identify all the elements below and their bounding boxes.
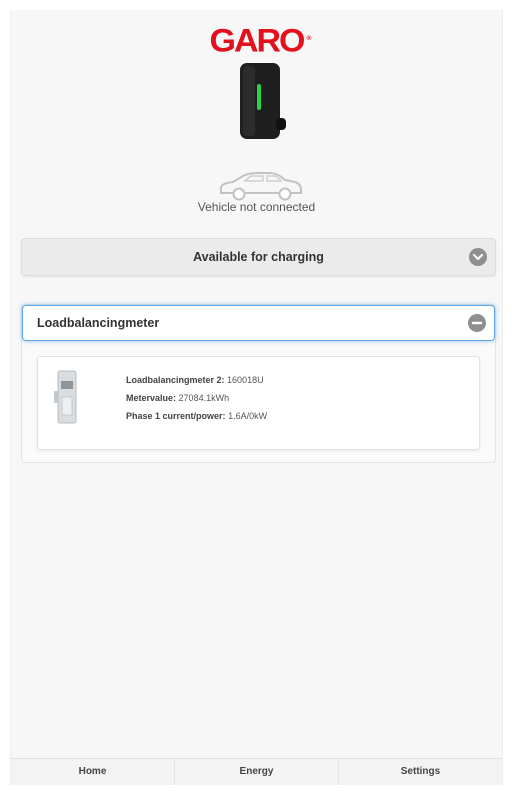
meter-card: Loadbalancingmeter 2: 160018U Metervalue… (37, 356, 480, 450)
meter-row: Metervalue: 27084.1kWh (126, 393, 230, 403)
loadbalancing-panel: Loadbalancingmeter Loadbalancingmeter 2:… (21, 304, 496, 463)
wallbox-charger-icon (240, 63, 286, 139)
meter-row: Phase 1 current/power: 1.6A/0kW (126, 411, 268, 421)
brand-logo: GARO ® (11, 24, 502, 58)
chevron-down-circle-icon[interactable] (469, 248, 487, 266)
tab-energy[interactable]: Energy (175, 759, 339, 785)
garo-logo: GARO ® (209, 22, 312, 60)
car-icon (220, 172, 302, 201)
loadbalancing-header[interactable]: Loadbalancingmeter (22, 305, 495, 341)
app-screen: GARO ® Vehicle not connected Available fo… (10, 10, 503, 785)
din-rail-meter-icon (54, 370, 77, 424)
charging-status-bar[interactable]: Available for charging (21, 238, 496, 276)
meter-info: Loadbalancingmeter 2: 160018U Metervalue… (126, 371, 267, 425)
minus-circle-icon[interactable] (468, 314, 486, 332)
vehicle-status-text: Vehicle not connected (197, 200, 316, 214)
loadbalancing-title: Loadbalancingmeter (37, 316, 160, 330)
tab-settings[interactable]: Settings (339, 759, 502, 785)
tab-home[interactable]: Home (11, 759, 175, 785)
charging-status-label: Available for charging (193, 250, 324, 264)
meter-row: Loadbalancingmeter 2: 160018U (126, 375, 264, 385)
bottom-tab-bar: Home Energy Settings (11, 758, 502, 785)
